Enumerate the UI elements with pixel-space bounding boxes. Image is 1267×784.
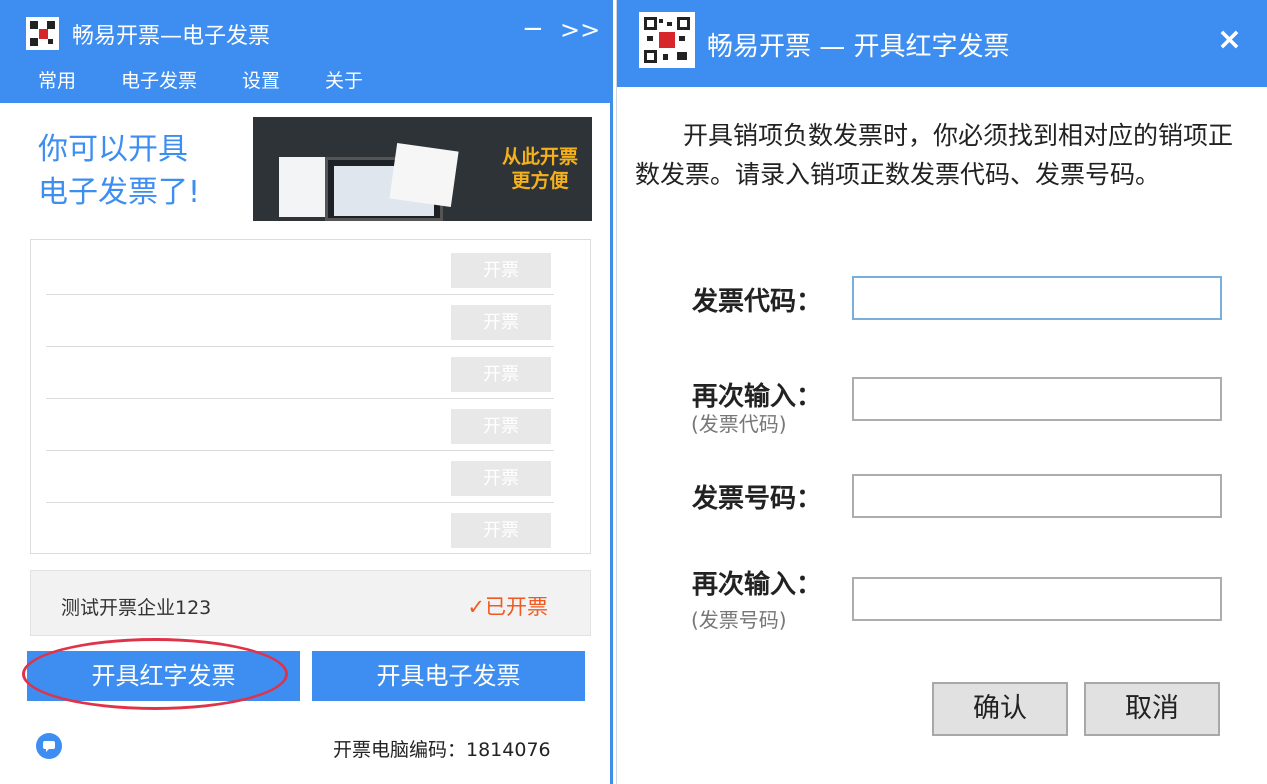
invoice-number-input[interactable] bbox=[852, 474, 1222, 518]
invoice-code-label: 发票代码： bbox=[692, 287, 823, 317]
machine-code-label: 开票电脑编码：1814076 bbox=[333, 739, 551, 761]
invoice-number-confirm-label: 再次输入： bbox=[692, 570, 823, 600]
instruction-text: 开具销项负数发票时，你必须找到相对应的销项正数发票。请录入销项正数发票代码、发票… bbox=[635, 121, 1234, 189]
invoice-number-confirm-hint: (发票号码) bbox=[691, 608, 787, 632]
issue-invoice-button[interactable]: 开票 bbox=[451, 253, 551, 288]
list-item: 开票 bbox=[46, 243, 554, 295]
invoice-number-confirm-input[interactable] bbox=[852, 577, 1222, 621]
banner-tagline-line-1: 从此开票 bbox=[501, 146, 578, 168]
invoice-code-confirm-hint: (发票代码) bbox=[691, 412, 787, 436]
promo-line-2: 电子发票了! bbox=[38, 175, 201, 210]
invoice-list: 开票 开票 开票 开票 开票 开票 bbox=[30, 239, 591, 554]
expand-button[interactable]: >> bbox=[560, 16, 600, 44]
app-logo-icon bbox=[26, 17, 59, 50]
banner-document-icon bbox=[389, 142, 459, 208]
issue-invoice-button[interactable]: 开票 bbox=[451, 357, 551, 392]
issue-invoice-button[interactable]: 开票 bbox=[451, 513, 551, 548]
dialog-titlebar: 畅易开票 — 开具红字发票 × bbox=[617, 0, 1267, 87]
promo-text: 你可以开具 电子发票了! bbox=[38, 128, 200, 214]
highlight-annotation bbox=[22, 638, 288, 710]
invoice-code-input[interactable] bbox=[852, 276, 1222, 320]
main-window-title: 畅易开票—电子发票 bbox=[72, 24, 271, 49]
menu-item-e-invoice[interactable]: 电子发票 bbox=[121, 66, 197, 93]
invoice-code-confirm-input[interactable] bbox=[852, 377, 1222, 421]
menu-item-common[interactable]: 常用 bbox=[38, 66, 76, 93]
invoice-number-label: 发票号码： bbox=[692, 484, 823, 514]
list-item: 开票 bbox=[46, 347, 554, 399]
minimize-button[interactable]: − bbox=[522, 14, 544, 44]
issue-invoice-button[interactable]: 开票 bbox=[451, 461, 551, 496]
main-titlebar: 畅易开票—电子发票 − >> 常用 电子发票 设置 关于 bbox=[0, 0, 610, 103]
menu-item-settings[interactable]: 设置 bbox=[242, 66, 280, 93]
promo-line-1: 你可以开具 bbox=[38, 132, 188, 167]
banner-tagline-line-2: 更方便 bbox=[511, 170, 569, 192]
issue-invoice-button[interactable]: 开票 bbox=[451, 409, 551, 444]
banner-tagline: 从此开票 更方便 bbox=[502, 145, 578, 193]
list-item: 开票 bbox=[46, 503, 554, 555]
chat-icon[interactable] bbox=[36, 733, 62, 759]
issued-status-badge: ✓已开票 bbox=[467, 595, 548, 619]
cancel-button[interactable]: 取消 bbox=[1084, 682, 1220, 736]
main-window: 畅易开票—电子发票 − >> 常用 电子发票 设置 关于 你可以开具 电子发票了… bbox=[0, 0, 613, 784]
issue-electronic-invoice-button[interactable]: 开具电子发票 bbox=[312, 651, 585, 701]
issue-invoice-button[interactable]: 开票 bbox=[451, 305, 551, 340]
menu-item-about[interactable]: 关于 bbox=[325, 66, 363, 93]
red-invoice-dialog: 畅易开票 — 开具红字发票 × 开具销项负数发票时，你必须找到相对应的销项正数发… bbox=[616, 0, 1267, 784]
close-icon[interactable]: × bbox=[1217, 22, 1242, 57]
main-menu: 常用 电子发票 设置 关于 bbox=[38, 66, 408, 93]
list-item: 开票 bbox=[46, 451, 554, 503]
qr-logo-icon bbox=[639, 12, 695, 68]
dialog-title: 畅易开票 — 开具红字发票 bbox=[707, 32, 1010, 62]
list-item: 开票 bbox=[46, 295, 554, 347]
list-item: 开票 bbox=[46, 399, 554, 451]
promo-banner: 从此开票 更方便 bbox=[253, 117, 592, 221]
confirm-button[interactable]: 确认 bbox=[932, 682, 1068, 736]
company-name: 测试开票企业123 bbox=[61, 597, 212, 619]
company-status-bar: 测试开票企业123 ✓已开票 bbox=[30, 570, 591, 636]
